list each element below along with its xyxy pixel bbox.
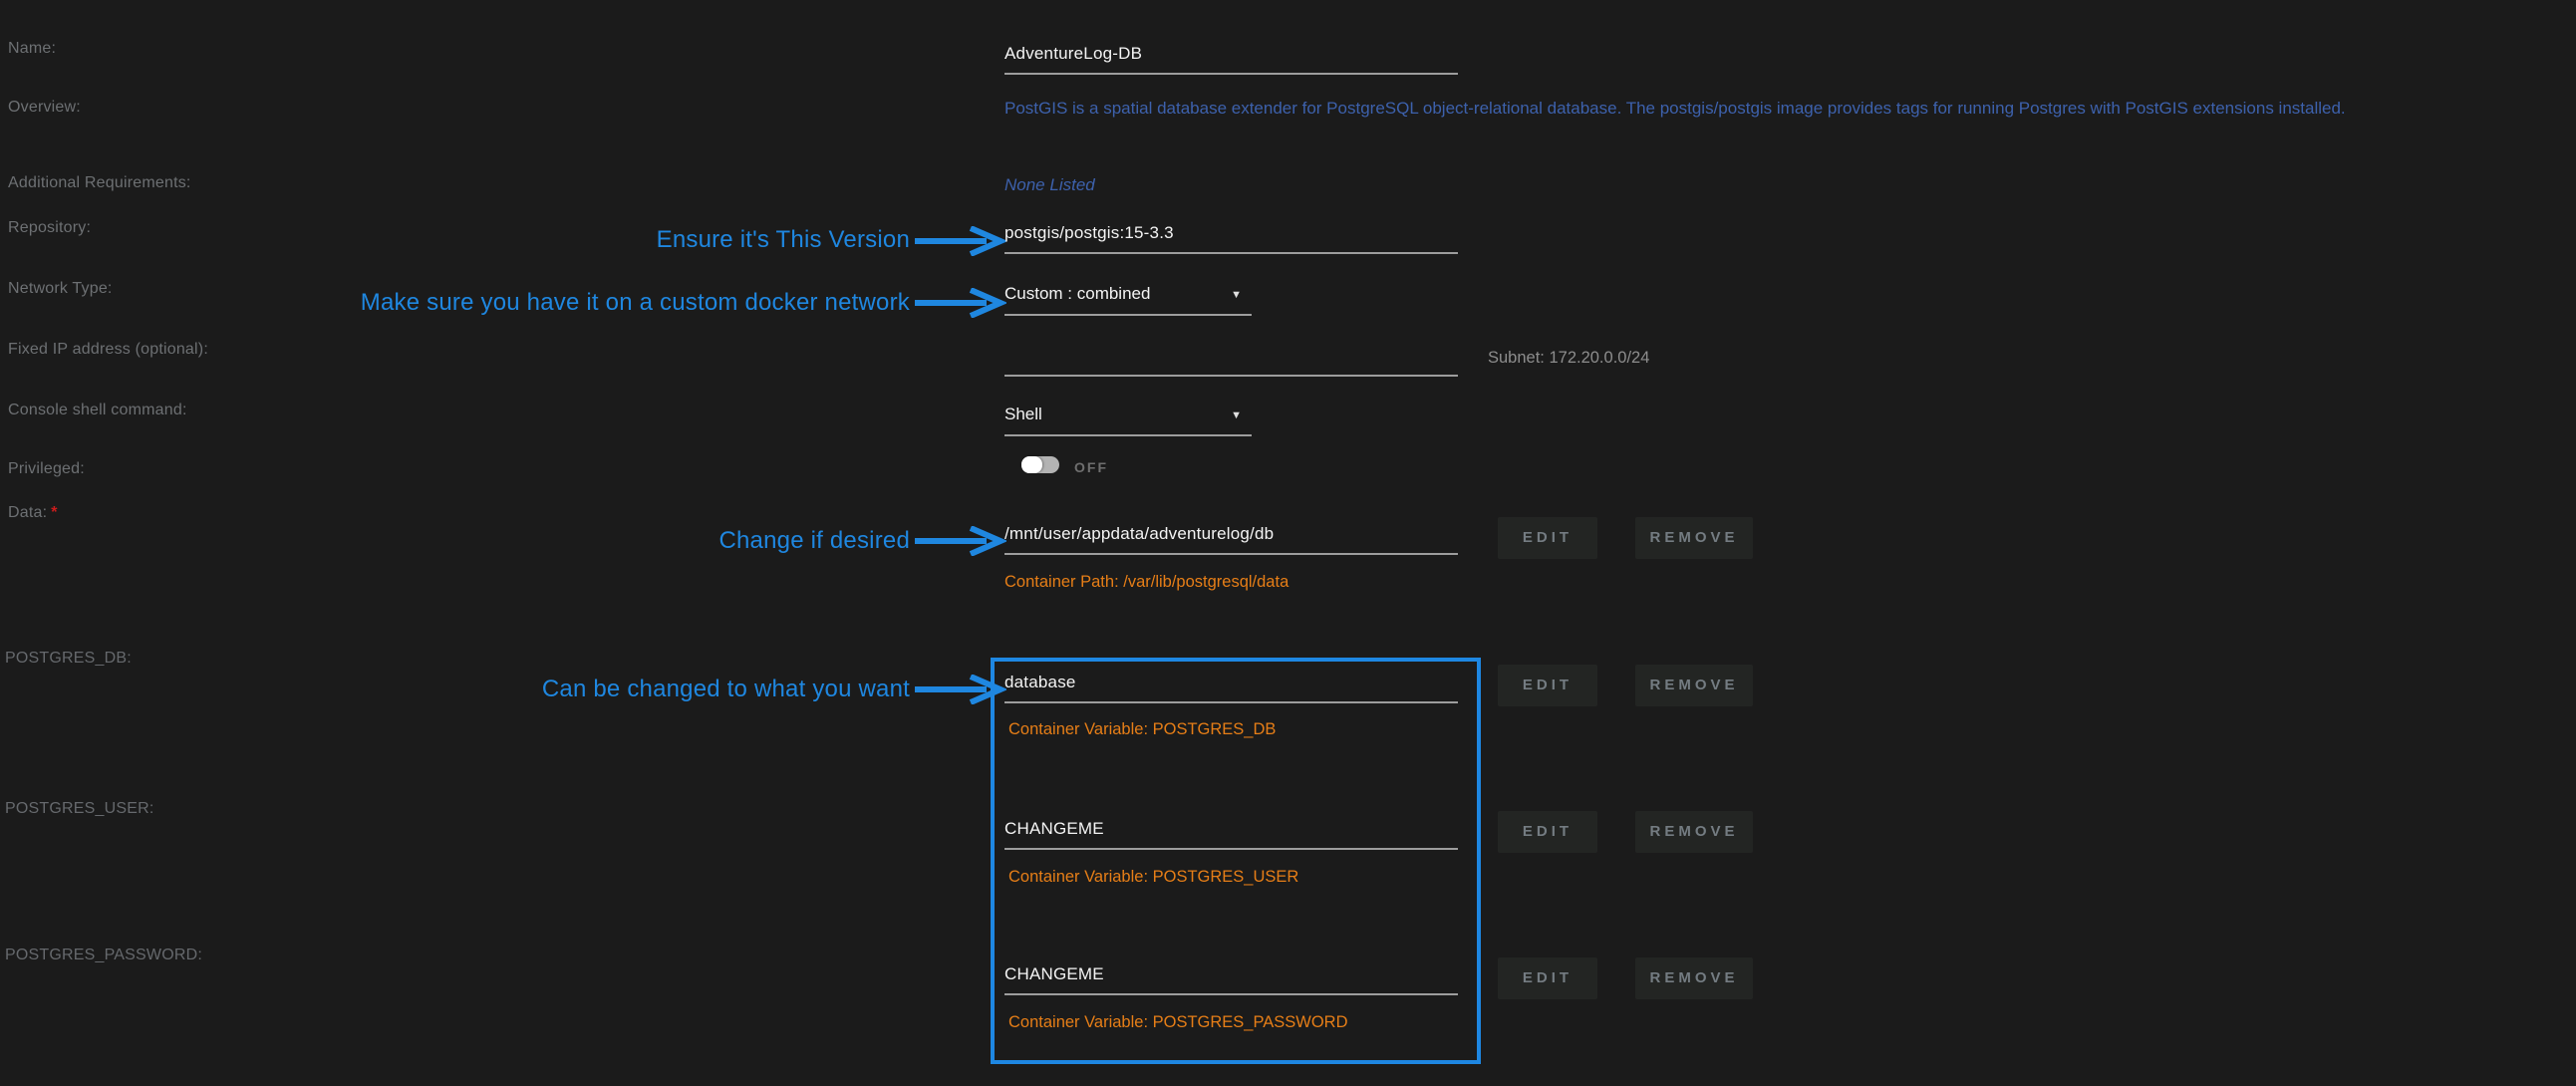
fixed-ip-input[interactable] [1004, 346, 1458, 377]
annotation-postgres-db: Can be changed to what you want [542, 676, 910, 703]
console-shell-select[interactable]: Shell ▼ [1004, 405, 1252, 436]
console-shell-selected-value: Shell [1004, 405, 1042, 423]
postgres-user-input[interactable]: CHANGEME [1004, 819, 1458, 850]
postgres-user-edit-button[interactable]: EDIT [1498, 811, 1597, 853]
subnet-note: Subnet: 172.20.0.0/24 [1488, 349, 1649, 368]
postgres-password-variable-hint: Container Variable: POSTGRES_PASSWORD [1008, 1013, 1348, 1032]
data-remove-button[interactable]: REMOVE [1635, 517, 1753, 559]
annotation-network: Make sure you have it on a custom docker… [361, 289, 910, 317]
field-label-postgres-db: POSTGRES_DB: [5, 650, 132, 668]
field-label-privileged: Privileged: [8, 460, 85, 478]
postgres-password-edit-button[interactable]: EDIT [1498, 957, 1597, 999]
dropdown-caret-icon: ▼ [1231, 289, 1242, 301]
annotation-repository: Ensure it's This Version [657, 226, 910, 254]
postgres-password-input[interactable]: CHANGEME [1004, 964, 1458, 995]
name-input[interactable]: AdventureLog-DB [1004, 44, 1458, 75]
data-container-path-hint: Container Path: /var/lib/postgresql/data [1004, 573, 1288, 592]
additional-requirements-value: None Listed [1004, 175, 1095, 195]
field-label-name: Name: [8, 40, 56, 58]
postgres-password-input-value: CHANGEME [1004, 964, 1104, 983]
annotation-data: Change if desired [718, 527, 910, 555]
required-asterisk: * [51, 504, 57, 521]
postgres-db-remove-button[interactable]: REMOVE [1635, 665, 1753, 706]
repository-input-value: postgis/postgis:15-3.3 [1004, 223, 1174, 242]
postgres-db-input-value: database [1004, 673, 1076, 691]
field-label-data: Data:* [8, 504, 58, 522]
docker-template-form: { "fields": { "name": { "label": "Name:"… [0, 0, 2576, 1086]
annotation-arrow-network [915, 288, 1006, 318]
postgres-user-remove-button[interactable]: REMOVE [1635, 811, 1753, 853]
field-label-postgres-password: POSTGRES_PASSWORD: [5, 947, 202, 964]
field-label-fixed-ip: Fixed IP address (optional): [8, 341, 208, 359]
overview-description: PostGIS is a spatial database extender f… [1004, 99, 2346, 119]
postgres-password-remove-button[interactable]: REMOVE [1635, 957, 1753, 999]
field-label-repository: Repository: [8, 219, 91, 237]
highlight-box [991, 658, 1481, 1064]
name-input-value: AdventureLog-DB [1004, 44, 1142, 63]
field-label-overview: Overview: [8, 99, 81, 117]
network-type-selected-value: Custom : combined [1004, 284, 1150, 303]
annotation-arrow-postgres-db [915, 675, 1006, 704]
repository-input[interactable]: postgis/postgis:15-3.3 [1004, 223, 1458, 254]
toggle-knob-icon [1021, 456, 1042, 473]
data-edit-button[interactable]: EDIT [1498, 517, 1597, 559]
field-label-console-shell: Console shell command: [8, 402, 187, 419]
privileged-state-label: OFF [1074, 459, 1108, 475]
postgres-db-edit-button[interactable]: EDIT [1498, 665, 1597, 706]
data-path-input[interactable]: /mnt/user/appdata/adventurelog/db [1004, 524, 1458, 555]
postgres-db-variable-hint: Container Variable: POSTGRES_DB [1008, 720, 1276, 739]
field-label-additional-requirements: Additional Requirements: [8, 174, 191, 192]
annotation-arrow-data [915, 526, 1006, 556]
data-label-text: Data: [8, 504, 47, 521]
field-label-network-type: Network Type: [8, 280, 113, 298]
dropdown-caret-icon: ▼ [1231, 409, 1242, 421]
postgres-db-input[interactable]: database [1004, 673, 1458, 703]
privileged-toggle[interactable] [1021, 456, 1059, 473]
network-type-select[interactable]: Custom : combined ▼ [1004, 284, 1252, 316]
annotation-arrow-repository [915, 226, 1006, 256]
field-label-postgres-user: POSTGRES_USER: [5, 800, 154, 818]
data-path-input-value: /mnt/user/appdata/adventurelog/db [1004, 524, 1274, 543]
postgres-user-input-value: CHANGEME [1004, 819, 1104, 838]
postgres-user-variable-hint: Container Variable: POSTGRES_USER [1008, 868, 1298, 887]
